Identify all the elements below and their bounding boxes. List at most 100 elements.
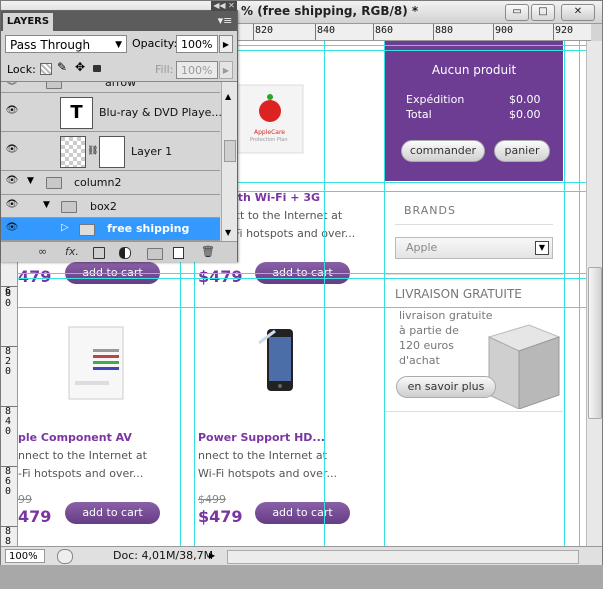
eye-icon[interactable]: 👁: [3, 222, 21, 236]
lock-all-icon[interactable]: [93, 65, 101, 72]
brands-select-value: Apple: [406, 241, 438, 254]
ruler-label: 840: [317, 25, 336, 36]
learn-more-button[interactable]: en savoir plus: [396, 376, 496, 398]
lock-label: Lock:: [7, 63, 36, 76]
ruler-label: 820: [255, 25, 274, 36]
opacity-slider-icon[interactable]: ▶: [219, 35, 233, 53]
product-price: 479: [18, 267, 52, 286]
link-icon[interactable]: ⛓: [87, 146, 98, 156]
free-shipping-line2: à partie de: [399, 324, 459, 337]
ruler-label: 0: [4, 366, 12, 377]
layer-row[interactable]: 👁 ▼ box2: [1, 195, 220, 218]
product-title[interactable]: ith Wi-Fi + 3G: [234, 191, 320, 204]
trash-icon[interactable]: 🗑: [201, 245, 215, 258]
product-desc: Fi hotspots and over...: [234, 227, 356, 240]
add-to-cart-button[interactable]: add to cart: [65, 502, 160, 524]
scrollbar-thumb[interactable]: [588, 267, 602, 419]
layer-list-scrollbar[interactable]: ▲ ▼: [221, 82, 237, 242]
status-options-icon[interactable]: [57, 549, 73, 564]
lock-transparency-icon[interactable]: [40, 63, 52, 75]
old-price: $499: [198, 493, 226, 506]
brands-select[interactable]: Apple ▼: [395, 237, 553, 259]
new-group-icon[interactable]: [147, 248, 163, 260]
ruler-label: 0: [4, 486, 12, 497]
ruler-tick: [493, 24, 494, 40]
close-button[interactable]: ✕: [561, 4, 595, 21]
guide-vertical[interactable]: [579, 41, 580, 546]
layer-row[interactable]: 👁 arrow: [1, 81, 220, 93]
guide-horizontal[interactable]: [18, 273, 591, 274]
status-bar: 100% Doc: 4,01M/38,7M ▶: [1, 546, 602, 565]
guide-vertical[interactable]: [324, 41, 325, 546]
layer-name: arrow: [105, 81, 137, 89]
adjustment-icon[interactable]: [119, 247, 131, 259]
guide-horizontal[interactable]: [18, 307, 591, 308]
fill-slider-icon[interactable]: ▶: [219, 61, 233, 79]
layers-tabbar[interactable]: LAYERS ▾≡: [1, 11, 237, 31]
layer-name: Blu-ray & DVD Playe...: [99, 106, 222, 119]
shipping-label: Expédition: [406, 93, 465, 106]
mask-thumbnail: [99, 136, 125, 168]
expand-arrow-icon[interactable]: ▼: [43, 200, 50, 210]
chevron-down-icon[interactable]: ▼: [535, 241, 549, 255]
vertical-scrollbar[interactable]: [586, 41, 602, 546]
eye-icon[interactable]: 👁: [3, 144, 21, 158]
panel-menu-icon[interactable]: ▾≡: [217, 14, 233, 27]
fx-icon[interactable]: fx.: [65, 245, 79, 258]
guide-vertical[interactable]: [564, 41, 565, 546]
free-shipping-box: LIVRAISON GRATUITE livraison gratuite à …: [385, 277, 563, 412]
mask-icon[interactable]: [93, 247, 105, 259]
product-title[interactable]: Power Support HD...: [198, 431, 325, 444]
free-shipping-line3: 120 euros: [399, 339, 454, 352]
ruler-label: 920: [555, 25, 574, 36]
cart-button[interactable]: panier: [494, 140, 550, 162]
phone-image: [258, 329, 293, 391]
layer-row-selected[interactable]: 👁 ▷ free shipping: [1, 218, 220, 241]
fill-input[interactable]: 100%: [176, 61, 218, 79]
tab-layers[interactable]: LAYERS: [3, 13, 53, 31]
layer-row[interactable]: 👁 T Blu-ray & DVD Playe...: [1, 93, 222, 132]
expand-arrow-icon[interactable]: ▼: [27, 176, 34, 186]
product-desc: -Fi hotspots and over...: [18, 467, 144, 480]
guide-horizontal[interactable]: [18, 278, 591, 279]
horizontal-scrollbar[interactable]: [227, 550, 579, 564]
product-desc: ct to the Internet at: [234, 209, 343, 222]
scroll-up-icon[interactable]: ▲: [225, 92, 231, 101]
av-cable-image: [68, 326, 124, 400]
lock-position-icon[interactable]: ✥: [75, 60, 85, 74]
layer-row[interactable]: 👁 ▼ column2: [1, 171, 220, 195]
layer-name: free shipping: [107, 222, 190, 235]
lock-pixels-icon[interactable]: ✎: [57, 60, 67, 74]
divider: [395, 224, 553, 225]
eye-icon[interactable]: 👁: [3, 105, 21, 119]
blend-mode-select[interactable]: Pass Through ▼: [5, 35, 127, 53]
add-to-cart-button[interactable]: add to cart: [255, 502, 350, 524]
eye-icon[interactable]: 👁: [3, 175, 21, 189]
eye-icon[interactable]: 👁: [3, 82, 21, 90]
cart-empty-label: Aucun produit: [431, 63, 517, 77]
opacity-input[interactable]: 100%: [176, 35, 218, 53]
box-image: [487, 324, 561, 409]
scrollbar-thumb[interactable]: [224, 140, 236, 162]
layer-row[interactable]: 👁 ⛓ Layer 1: [1, 132, 220, 171]
link-icon[interactable]: ∞: [38, 245, 47, 258]
collapse-arrow-icon[interactable]: ▷: [61, 222, 69, 233]
order-button[interactable]: commander: [401, 140, 485, 162]
scroll-down-icon[interactable]: ▼: [225, 228, 231, 237]
maximize-button[interactable]: □: [531, 4, 555, 21]
chevron-down-icon: ▼: [115, 40, 122, 50]
folder-icon: [79, 224, 95, 236]
opacity-label: Opacity:: [132, 37, 178, 50]
zoom-field[interactable]: 100%: [5, 549, 45, 563]
new-layer-icon[interactable]: [173, 247, 184, 259]
layer-thumbnail: [60, 136, 86, 168]
minimize-button[interactable]: ▭: [505, 4, 529, 21]
product-desc: nnect to the Internet at: [18, 449, 147, 462]
product-title[interactable]: ple Component AV: [18, 431, 132, 444]
text-layer-thumbnail: T: [60, 97, 93, 129]
ruler-tick: [253, 24, 254, 40]
collapse-panel-icon[interactable]: ◀◀ ✕: [211, 1, 237, 11]
eye-icon[interactable]: 👁: [3, 199, 21, 213]
guide-vertical[interactable]: [384, 41, 385, 546]
status-menu-icon[interactable]: ▶: [209, 551, 215, 560]
